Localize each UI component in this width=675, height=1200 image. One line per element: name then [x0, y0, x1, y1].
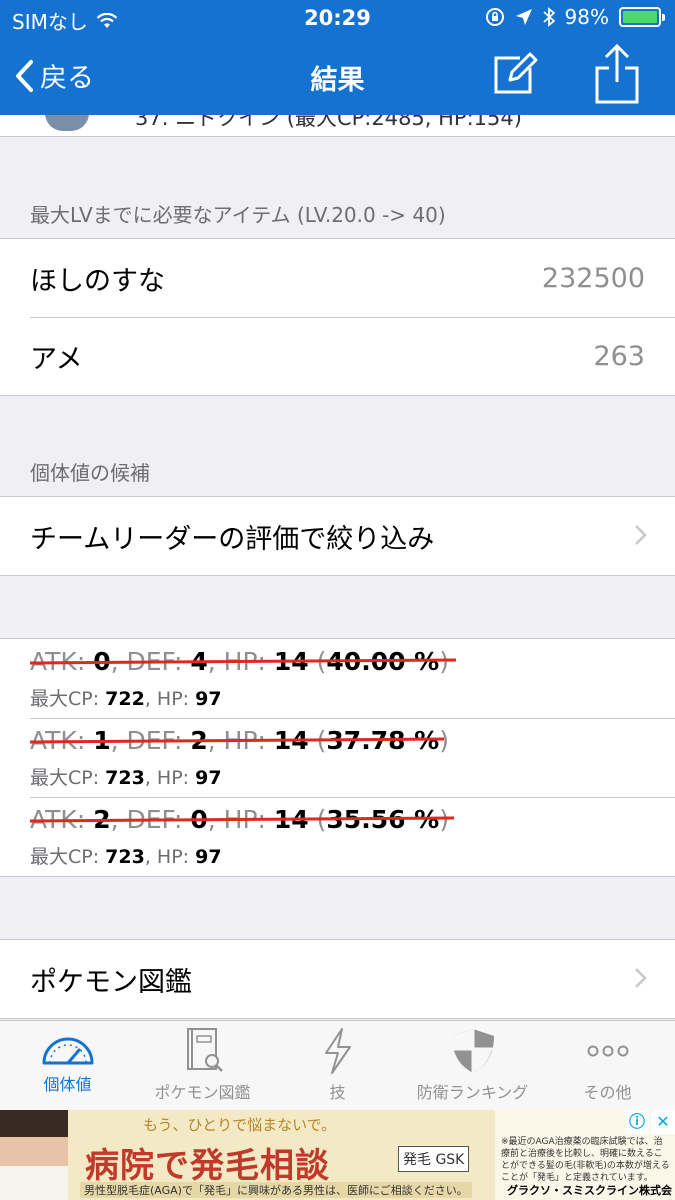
tab-more[interactable]: その他	[540, 1027, 675, 1103]
iv-candidate-row[interactable]: ATK: 1, DEF: 2, HP: 14 (37.78 %) 最大CP: 7…	[0, 718, 675, 797]
chevron-right-icon	[635, 525, 647, 545]
pokedex-label: ポケモン図鑑	[30, 966, 192, 998]
tab-label: 防衛ランキング	[416, 1083, 529, 1102]
ad-company: グラクソ・スミスクライン株式会社	[507, 1184, 672, 1197]
candy-label: アメ	[30, 343, 83, 375]
tab-label: 技	[329, 1083, 346, 1102]
tab-moves[interactable]: 技	[270, 1027, 405, 1103]
team-leader-filter-row[interactable]: チームリーダーの評価で絞り込み	[0, 497, 675, 575]
tab-label: 個体値	[43, 1075, 92, 1094]
result-list[interactable]: 37. ニドクイン (最大CP:2485, HP:154) 最大LVまでに必要な…	[0, 115, 675, 1020]
ad-person-image	[0, 1110, 68, 1200]
iv-candidate-row[interactable]: ATK: 2, DEF: 0, HP: 14 (35.56 %) 最大CP: 7…	[0, 797, 675, 876]
max-hp-value: 97	[195, 688, 222, 710]
iv-max-stats: 最大CP: 722, HP: 97	[30, 688, 222, 710]
stardust-row: ほしのすな 232500	[0, 239, 675, 317]
battery-percent: 98%	[564, 5, 609, 29]
lightning-icon	[324, 1028, 351, 1074]
items-group: ほしのすな 232500 アメ 263	[0, 238, 675, 396]
orientation-lock-icon	[485, 8, 504, 26]
pokemon-thumbnail	[45, 115, 89, 131]
tab-pokedex[interactable]: ポケモン図鑑	[135, 1027, 270, 1103]
ad-controls: ⓘ ✕	[625, 1110, 675, 1134]
tab-bar: 個体値 ポケモン図鑑 技 防衛ランキング その他	[0, 1020, 675, 1110]
ad-footnote: 男性型脱毛症(AGA)で「発毛」に興味がある男性は、医師にご相談ください。	[80, 1182, 472, 1198]
gauge-icon	[42, 1037, 93, 1065]
pokemon-summary: 37. ニドクイン (最大CP:2485, HP:154)	[135, 115, 522, 130]
max-hp-value: 97	[195, 767, 222, 789]
chevron-right-icon	[635, 968, 647, 988]
items-section-header: 最大LVまでに必要なアイテム (LV.20.0 -> 40)	[30, 203, 446, 227]
filter-label: チームリーダーの評価で絞り込み	[30, 523, 435, 555]
max-hp-value: 97	[195, 846, 222, 868]
pokedex-row[interactable]: ポケモン図鑑	[0, 940, 675, 1018]
bluetooth-icon	[542, 7, 555, 27]
stardust-label: ほしのすな	[30, 265, 165, 297]
iv-section-header: 個体値の候補	[30, 461, 150, 485]
ad-fine-print: ※最近のAGA治療薬の臨床試験では、治療前と治療後を比較し、明確に数えることがで…	[501, 1137, 670, 1183]
iv-max-stats: 最大CP: 723, HP: 97	[30, 846, 222, 868]
iv-candidate-row[interactable]: ATK: 0, DEF: 4, HP: 14 (40.00 %) 最大CP: 7…	[0, 639, 675, 718]
ad-close-icon[interactable]: ✕	[651, 1110, 675, 1134]
shield-icon	[451, 1029, 494, 1073]
tab-iv[interactable]: 個体値	[0, 1027, 135, 1095]
max-cp-value: 723	[105, 846, 145, 868]
ad-banner[interactable]: もう、ひとりで悩まないで。 病院で発毛相談 発毛 GSK 男性型脱毛症(AGA)…	[0, 1110, 675, 1200]
max-cp-value: 723	[105, 767, 145, 789]
page-title: 結果	[310, 65, 365, 96]
tab-label: ポケモン図鑑	[154, 1083, 251, 1102]
battery-icon	[619, 7, 665, 27]
book-search-icon	[186, 1028, 223, 1072]
iv-candidate-list: ATK: 0, DEF: 4, HP: 14 (40.00 %) 最大CP: 7…	[0, 638, 675, 877]
dex-group: ポケモン図鑑	[0, 939, 675, 1019]
ad-tagline: もう、ひとりで悩まないで。	[143, 1116, 337, 1134]
tab-defense-ranking[interactable]: 防衛ランキング	[405, 1027, 540, 1103]
max-cp-value: 722	[105, 688, 145, 710]
tab-label: その他	[583, 1083, 632, 1102]
filter-group: チームリーダーの評価で絞り込み	[0, 496, 675, 576]
candy-value: 263	[593, 340, 645, 372]
navigation-bar: 戻る 結果	[0, 38, 675, 115]
pokemon-row[interactable]: 37. ニドクイン (最大CP:2485, HP:154)	[0, 115, 675, 137]
location-icon	[515, 9, 532, 25]
more-icon	[587, 1045, 628, 1057]
status-bar: SIMなし 20:29 98%	[0, 0, 675, 38]
ad-info-icon[interactable]: ⓘ	[625, 1110, 649, 1134]
ad-headline: 病院で発毛相談	[85, 1146, 330, 1186]
iv-max-stats: 最大CP: 723, HP: 97	[30, 767, 222, 789]
share-icon[interactable]	[593, 42, 641, 104]
stardust-value: 232500	[541, 262, 645, 294]
candy-row: アメ 263	[0, 317, 675, 395]
ad-badge: 発毛 GSK	[398, 1146, 470, 1172]
edit-icon[interactable]	[492, 50, 538, 96]
